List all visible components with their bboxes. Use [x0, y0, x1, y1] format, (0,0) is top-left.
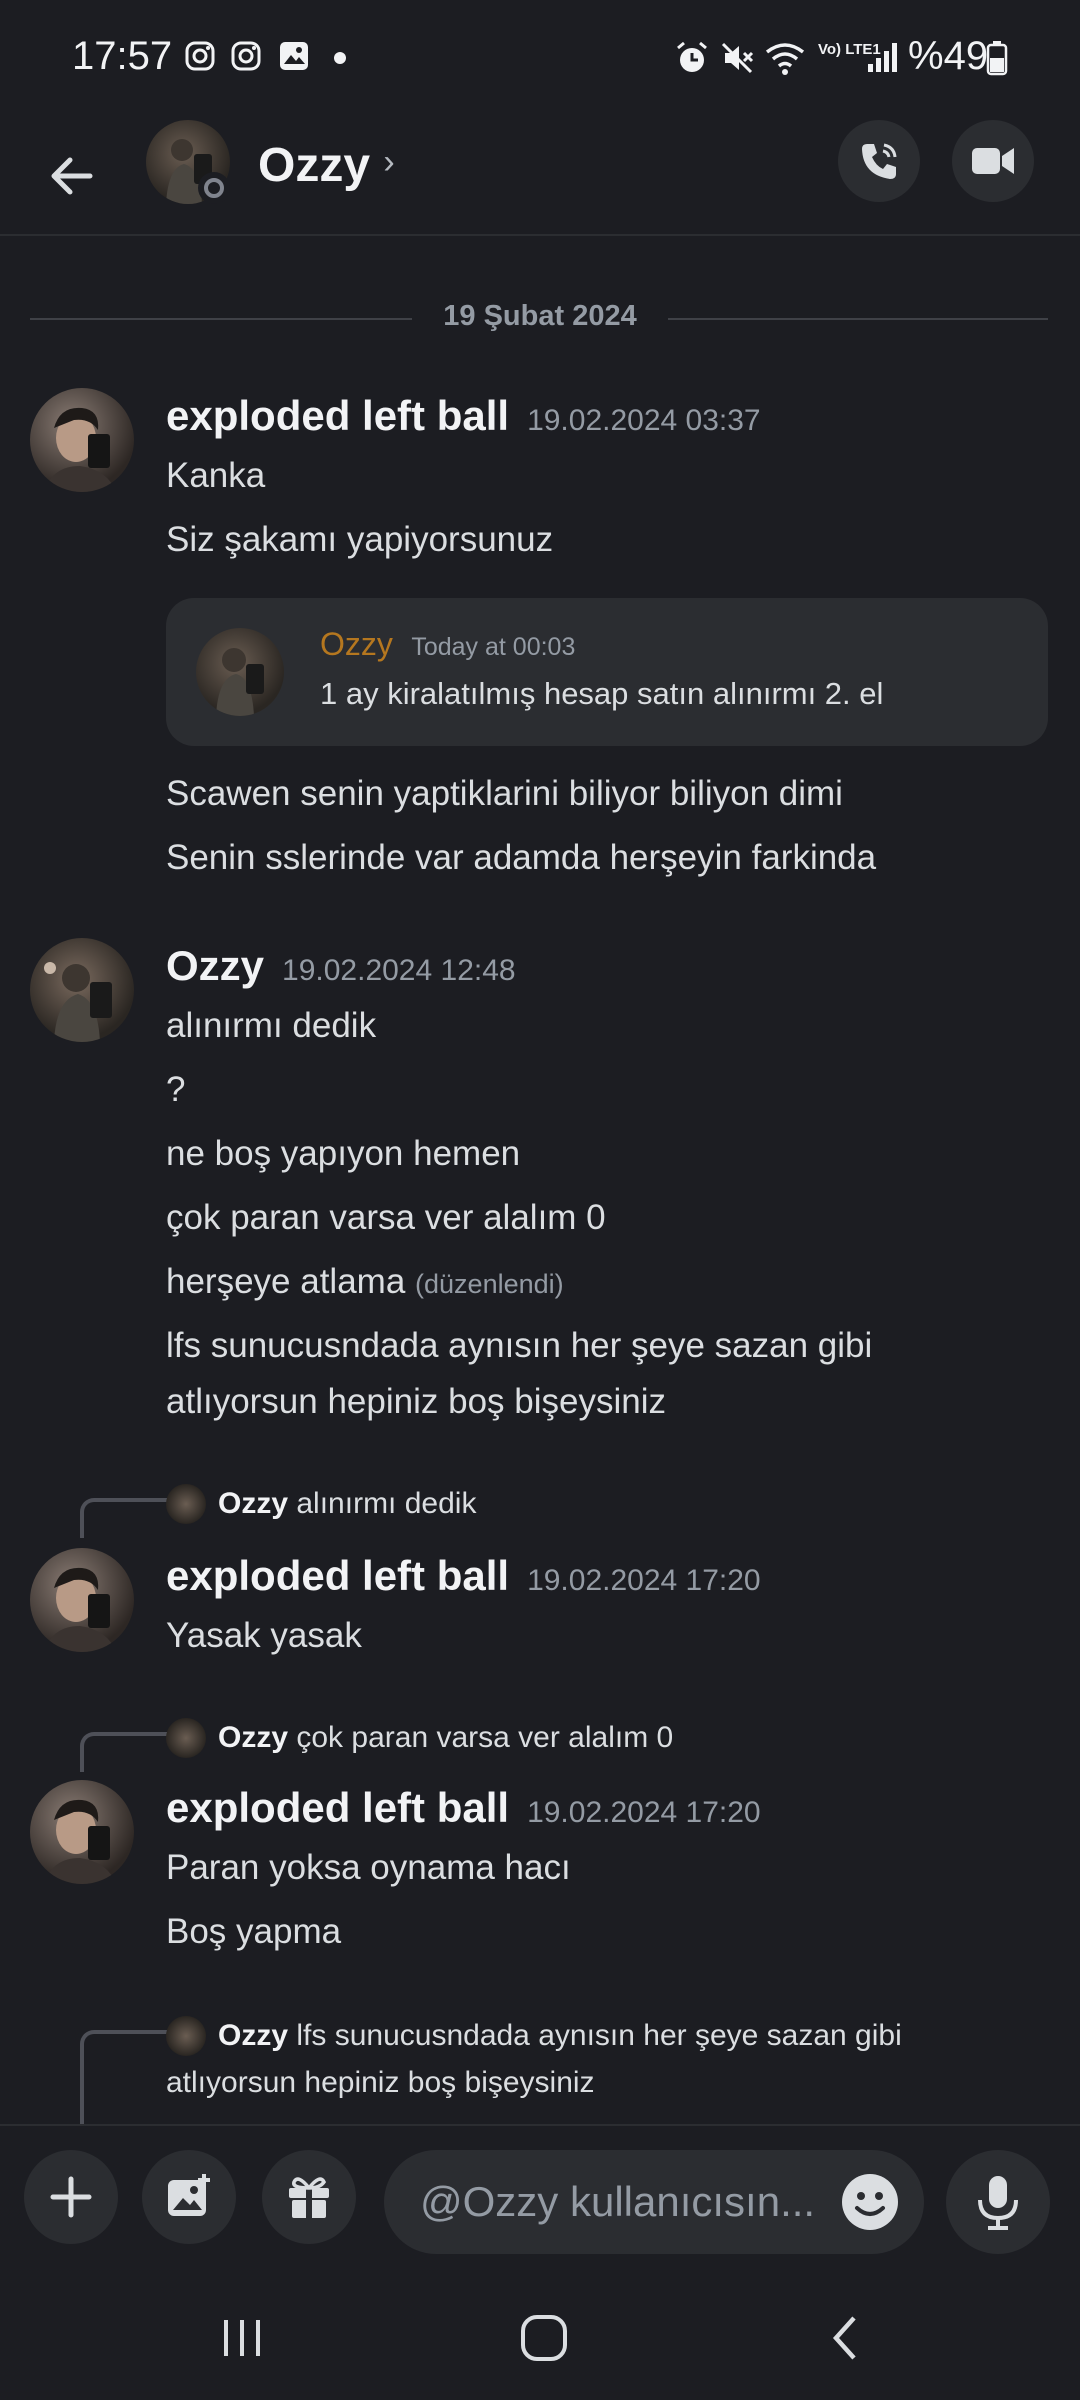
message-timestamp: 19.02.2024 17:20: [527, 1564, 761, 1597]
chevron-right-icon: ›: [383, 143, 395, 181]
message-author[interactable]: exploded left ball 19.02.2024 17:20: [166, 1552, 761, 1600]
message-composer: @Ozzy kullanıcısın...: [0, 2124, 1080, 2276]
video-call-button[interactable]: [952, 120, 1034, 202]
reply-author: Ozzy: [218, 2019, 289, 2052]
recents-icon[interactable]: [218, 2314, 266, 2362]
reply-avatar: [166, 1718, 206, 1758]
message-timestamp: 19.02.2024 03:37: [527, 404, 761, 437]
signal-icon: [868, 43, 897, 72]
message-text: herşeye atlama (düzenlendi): [166, 1262, 564, 1302]
notification-dot: [334, 52, 346, 64]
user-avatar[interactable]: [30, 1548, 134, 1652]
edited-label: (düzenlendi): [415, 1269, 564, 1299]
divider-line: [668, 318, 1048, 320]
message-timestamp: 19.02.2024 17:20: [527, 1796, 761, 1829]
voice-call-button[interactable]: [838, 120, 920, 202]
reply-text: lfs sunucusndada aynısın her şeye sazan …: [296, 2019, 902, 2052]
image-icon: [168, 2174, 210, 2216]
emoji-icon[interactable]: [840, 2172, 900, 2232]
instagram-icon: [231, 41, 261, 71]
message-timestamp: 19.02.2024 12:48: [282, 954, 516, 987]
alarm-icon: [677, 41, 707, 72]
reply-spine: [80, 1732, 168, 1772]
reply-spine: [80, 2030, 168, 2128]
date-divider: 19 Şubat 2024: [443, 300, 637, 332]
reply-avatar: [166, 2016, 206, 2056]
message-text: lfs sunucusndada aynısın her şeye sazan …: [166, 1326, 873, 1365]
status-indicator: [198, 172, 230, 204]
reply-spine: [80, 1498, 168, 1538]
reply-text: alınırmı dedik: [296, 1487, 477, 1520]
battery-percent: %49: [908, 34, 989, 78]
message-author[interactable]: Ozzy 19.02.2024 12:48: [166, 942, 516, 990]
home-icon[interactable]: [518, 2312, 570, 2364]
message-author[interactable]: exploded left ball 19.02.2024 03:37: [166, 392, 761, 440]
embed-avatar: [196, 628, 284, 716]
author-name: exploded left ball: [166, 1784, 510, 1831]
gift-icon: [289, 2177, 329, 2218]
status-time: 17:57: [72, 34, 173, 78]
reply-avatar: [166, 1484, 206, 1524]
message-text: Scawen senin yaptiklarini biliyor biliyo…: [166, 774, 843, 813]
reply-text-continued: atlıyorsun hepiniz boş bişeysiniz: [166, 2066, 595, 2099]
mute-icon: [721, 42, 754, 74]
message-text: Senin sslerinde var adamda herşeyin fark…: [166, 838, 877, 877]
battery-icon: [986, 41, 1008, 76]
divider-line: [30, 318, 412, 320]
embed-text: 1 ay kiralatılmış hesap satın alınırmı 2…: [320, 676, 884, 711]
wifi-icon: [765, 43, 805, 75]
author-name: exploded left ball: [166, 1552, 510, 1599]
message-text: Paran yoksa oynama hacı: [166, 1848, 571, 1887]
user-avatar[interactable]: [30, 938, 134, 1042]
message-author[interactable]: exploded left ball 19.02.2024 17:20: [166, 1784, 761, 1832]
reply-preview[interactable]: Ozzy alınırmı dedik: [218, 1487, 476, 1521]
message-text: Boş yapma: [166, 1912, 342, 1951]
back-arrow-icon[interactable]: [46, 150, 98, 202]
embed-timestamp: Today at 00:03: [411, 633, 576, 661]
reply-preview[interactable]: Ozzy çok paran varsa ver alalım 0: [218, 1721, 673, 1755]
message-text: Siz şakamı yapiyorsunuz: [166, 520, 554, 559]
contact-name-button[interactable]: Ozzy ›: [258, 138, 395, 193]
reply-author: Ozzy: [218, 1487, 289, 1520]
message-input[interactable]: @Ozzy kullanıcısın...: [384, 2150, 924, 2254]
phone-icon: [862, 143, 897, 179]
add-attachment-button[interactable]: [24, 2150, 118, 2244]
reply-author: Ozzy: [218, 1721, 289, 1754]
video-camera-icon: [972, 148, 1014, 174]
user-avatar[interactable]: [30, 388, 134, 492]
message-text: çok paran varsa ver alalım 0: [166, 1198, 606, 1237]
user-avatar[interactable]: [30, 1780, 134, 1884]
message-input-placeholder: @Ozzy kullanıcısın...: [420, 2178, 816, 2225]
microphone-icon: [978, 2176, 1018, 2230]
author-name: exploded left ball: [166, 392, 510, 439]
gallery-notification-icon: [280, 42, 308, 70]
message-text: ne boş yapıyon hemen: [166, 1134, 521, 1173]
system-navigation-bar: [0, 2274, 1080, 2400]
quoted-message-embed[interactable]: Ozzy Today at 00:03 1 ay kiralatılmış he…: [166, 598, 1048, 746]
message-text: alınırmı dedik: [166, 1006, 377, 1045]
instagram-icon: [185, 41, 215, 71]
chat-header: Ozzy ›: [0, 120, 1080, 236]
message-text-span: herşeye atlama: [166, 1262, 406, 1301]
reply-text: çok paran varsa ver alalım 0: [296, 1721, 674, 1754]
plus-icon: [50, 2176, 92, 2218]
message-text: atlıyorsun hepiniz boş bişeysiniz: [166, 1382, 666, 1421]
author-name: Ozzy: [166, 942, 265, 989]
status-bar: 17:57 Vo) LTE1 %49: [0, 0, 1080, 120]
voice-message-button[interactable]: [946, 2150, 1050, 2254]
message-text: Yasak yasak: [166, 1616, 362, 1655]
gallery-button[interactable]: [142, 2150, 236, 2244]
embed-author: Ozzy: [320, 626, 393, 662]
message-text: ?: [166, 1070, 186, 1109]
message-text: Kanka: [166, 456, 266, 495]
gift-button[interactable]: [262, 2150, 356, 2244]
contact-name: Ozzy: [258, 139, 371, 192]
back-nav-icon[interactable]: [822, 2314, 870, 2362]
reply-preview[interactable]: Ozzy lfs sunucusndada aynısın her şeye s…: [218, 2019, 902, 2053]
